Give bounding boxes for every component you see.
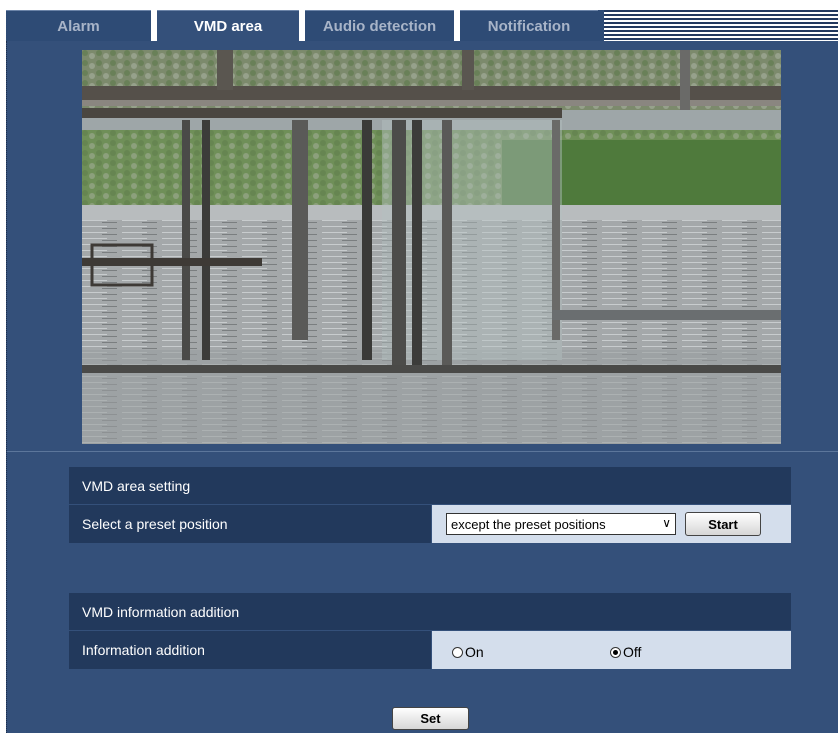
vmd-area-panel: VMD area setting Select a preset positio…: [6, 41, 838, 733]
radio-on[interactable]: On: [452, 644, 484, 660]
chevron-down-icon: ∨: [662, 516, 671, 530]
tab-alarm[interactable]: Alarm: [6, 10, 151, 42]
preset-position-select[interactable]: except the preset positions ∨: [446, 513, 676, 535]
preset-position-label: Select a preset position: [69, 505, 431, 543]
radio-off-circle-icon: [610, 646, 621, 658]
vmd-information-addition-section: VMD information addition Information add…: [69, 593, 791, 669]
radio-off-label: Off: [623, 644, 642, 660]
start-button[interactable]: Start: [685, 512, 761, 536]
tab-bar-stripes: [604, 10, 838, 41]
radio-on-circle-icon: [452, 646, 463, 658]
information-addition-value: On Off: [431, 631, 791, 669]
tab-bar: Alarm VMD area Audio detection Notificat…: [6, 6, 838, 42]
tab-audio-detection[interactable]: Audio detection: [305, 10, 454, 42]
vmd-area-setting-heading: VMD area setting: [69, 467, 791, 505]
radio-on-label: On: [465, 644, 484, 660]
preset-position-row: Select a preset position except the pres…: [69, 505, 791, 543]
preset-position-value: except the preset positions ∨ Start: [431, 505, 791, 543]
tab-notification[interactable]: Notification: [460, 10, 598, 42]
radio-off[interactable]: Off: [610, 644, 641, 660]
camera-scene-icon: [82, 50, 781, 444]
preset-position-selected: except the preset positions: [451, 516, 606, 532]
tab-vmd-area[interactable]: VMD area: [157, 10, 299, 42]
set-button[interactable]: Set: [392, 707, 469, 730]
information-addition-row: Information addition On Off: [69, 631, 791, 669]
camera-preview-image[interactable]: [82, 50, 781, 444]
vmd-information-addition-heading: VMD information addition: [69, 593, 791, 631]
vmd-area-setting-section: VMD area setting Select a preset positio…: [69, 467, 791, 543]
settings-window: Alarm VMD area Audio detection Notificat…: [0, 0, 838, 733]
section-divider: [7, 451, 838, 452]
information-addition-label: Information addition: [69, 631, 431, 669]
